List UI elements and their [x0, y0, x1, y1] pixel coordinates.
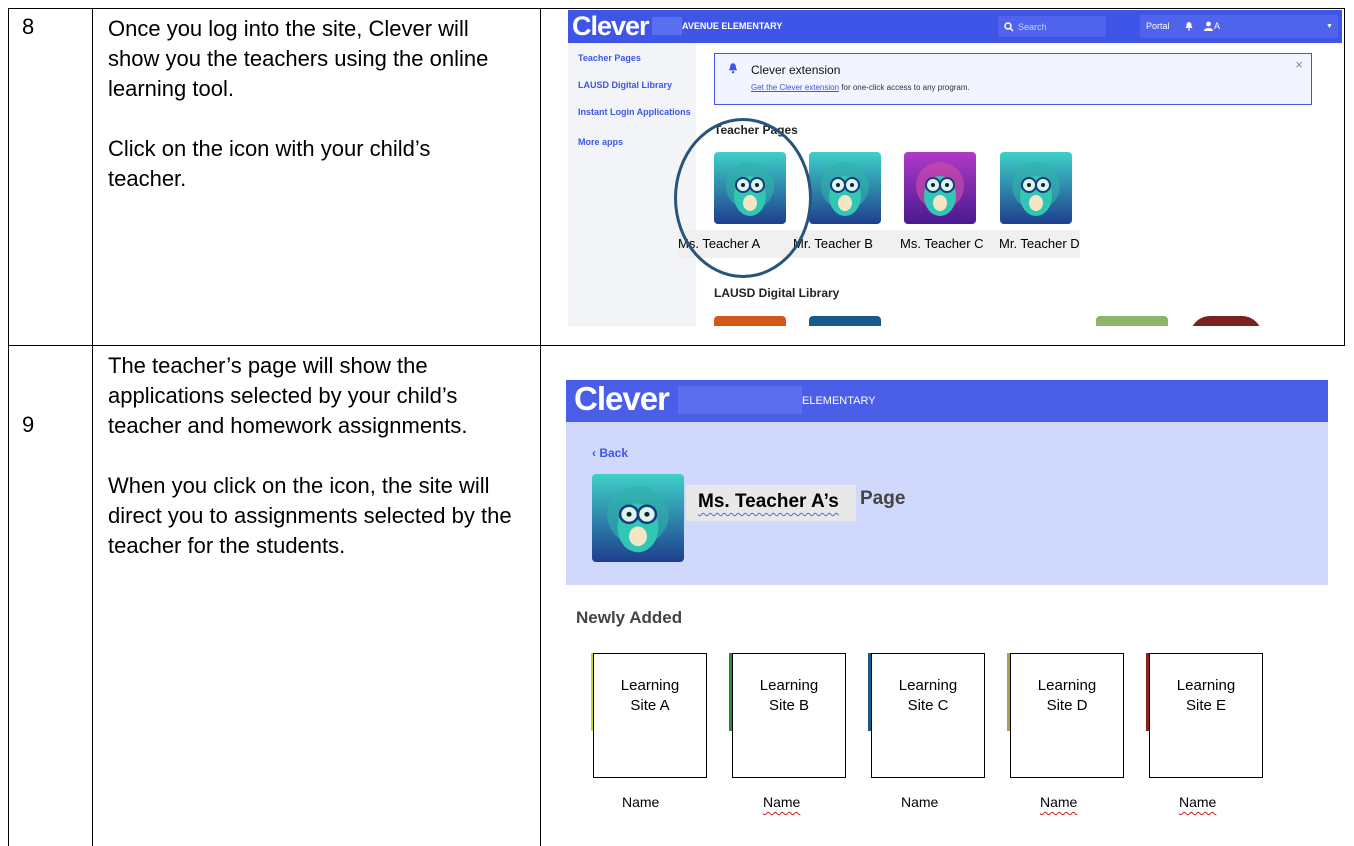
- card-label-line: Learning: [759, 677, 819, 694]
- teacher-page-name: Ms. Teacher A’s: [698, 491, 839, 512]
- teacher-page-screenshot: Clever ELEMENTARY ‹ Back Ms. Teacher A’s…: [566, 380, 1328, 840]
- portal-link[interactable]: Portal: [1146, 21, 1170, 31]
- library-app-icon[interactable]: [714, 316, 786, 326]
- learning-site-card[interactable]: Learning Site C: [871, 653, 985, 778]
- user-menu[interactable]: Portal A ▼: [1140, 15, 1338, 38]
- table-border-col2: [540, 8, 541, 846]
- learning-site-card[interactable]: Learning Site B: [732, 653, 846, 778]
- teacher-avatar: [592, 474, 684, 562]
- learning-site-card[interactable]: Learning Site D: [1010, 653, 1124, 778]
- table-border-top: [8, 8, 1345, 9]
- card-label-line: Site C: [907, 697, 949, 714]
- sidebar-item-digital-library[interactable]: LAUSD Digital Library: [578, 80, 672, 90]
- search-placeholder: Search: [1018, 22, 1047, 32]
- owl-icon: [592, 474, 684, 562]
- library-app-icon[interactable]: [1190, 316, 1262, 326]
- site-name: Name: [763, 794, 801, 810]
- highlight-circle: [674, 118, 812, 278]
- back-label: Back: [599, 446, 629, 460]
- card-label: Learning Site A: [594, 676, 706, 716]
- card-label: Learning Site D: [1011, 676, 1123, 716]
- card-label-line: Site D: [1046, 697, 1088, 714]
- card-label-line: Site A: [630, 697, 670, 714]
- sidebar-item-instant-login[interactable]: Instant Login Applications: [578, 107, 691, 117]
- school-name: ELEMENTARY: [802, 395, 876, 407]
- card-label: Learning Site C: [872, 676, 984, 716]
- learning-site-card[interactable]: Learning Site A: [593, 653, 707, 778]
- instruction-paragraph: Once you log into the site, Clever will …: [108, 16, 489, 101]
- step-instructions: The teacher’s page will show the applica…: [108, 351, 528, 561]
- bell-icon: [728, 63, 738, 74]
- teacher-name[interactable]: Mr. Teacher D: [999, 236, 1080, 251]
- chevron-down-icon[interactable]: ▼: [1326, 23, 1333, 30]
- extension-banner: Clever extension Get the Clever extensio…: [714, 53, 1312, 105]
- site-name: Name: [1179, 794, 1217, 810]
- teacher-app-icon[interactable]: [809, 152, 881, 224]
- search-icon: [1004, 22, 1014, 32]
- step-number: 9: [22, 412, 35, 437]
- card-label-line: Learning: [620, 677, 680, 694]
- top-nav-bar: Clever AVENUE ELEMENTARY Search Portal A…: [568, 10, 1342, 43]
- site-name: Name: [622, 794, 660, 810]
- sidebar-item-more-apps[interactable]: More apps: [578, 137, 623, 147]
- site-name: Name: [1040, 794, 1078, 810]
- owl-icon: [1000, 152, 1072, 224]
- instruction-paragraph: The teacher’s page will show the applica…: [108, 353, 468, 438]
- instruction-paragraph: When you click on the icon, the site wil…: [108, 473, 512, 558]
- card-label-line: Learning: [898, 677, 958, 694]
- redacted-box: [652, 17, 682, 35]
- close-icon[interactable]: ×: [1295, 57, 1303, 72]
- extension-link[interactable]: Get the Clever extension: [751, 83, 839, 92]
- learning-site-card[interactable]: Learning Site E: [1149, 653, 1263, 778]
- extension-description: for one-click access to any program.: [839, 83, 970, 92]
- card-label-line: Site E: [1185, 697, 1227, 714]
- card-label-line: Site B: [768, 697, 810, 714]
- owl-icon: [904, 152, 976, 224]
- step-instructions: Once you log into the site, Clever will …: [108, 14, 508, 194]
- library-app-icon[interactable]: [809, 316, 881, 326]
- sidebar-item-teacher-pages[interactable]: Teacher Pages: [578, 53, 641, 63]
- section-heading-digital-library: LAUSD Digital Library: [714, 286, 840, 300]
- extension-title: Clever extension: [751, 63, 841, 77]
- clever-logo[interactable]: Clever: [572, 11, 650, 42]
- teacher-app-icon[interactable]: [904, 152, 976, 224]
- table-border-right: [1344, 8, 1345, 346]
- card-label-line: Learning: [1176, 677, 1236, 694]
- table-border-middle: [8, 345, 1345, 346]
- card-label: Learning Site B: [733, 676, 845, 716]
- teacher-name[interactable]: Mr. Teacher B: [793, 236, 873, 251]
- table-border-left: [8, 8, 9, 846]
- teacher-banner: ‹ Back Ms. Teacher A’s Page: [566, 422, 1328, 585]
- clever-portal-screenshot: Clever AVENUE ELEMENTARY Search Portal A…: [568, 10, 1342, 326]
- redacted-box: [678, 386, 802, 414]
- search-box[interactable]: Search: [998, 16, 1106, 37]
- step-number: 8: [22, 14, 35, 39]
- bell-icon[interactable]: [1184, 21, 1194, 31]
- teacher-app-icon[interactable]: [1000, 152, 1072, 224]
- clever-logo[interactable]: Clever: [574, 380, 670, 418]
- back-link[interactable]: ‹ Back: [592, 446, 628, 460]
- table-border-col1: [92, 8, 93, 846]
- section-heading-newly-added: Newly Added: [576, 608, 683, 627]
- school-name: AVENUE ELEMENTARY: [682, 21, 783, 31]
- site-name: Name: [901, 794, 939, 810]
- page-title-suffix: Page: [860, 488, 906, 509]
- extension-text: Get the Clever extension for one-click a…: [751, 83, 970, 92]
- instruction-paragraph: Click on the icon with your child’s teac…: [108, 136, 431, 191]
- user-initial: A: [1214, 21, 1221, 31]
- card-label-line: Learning: [1037, 677, 1097, 694]
- user-icon: [1204, 21, 1213, 31]
- library-app-icon[interactable]: [1096, 316, 1168, 326]
- card-label: Learning Site E: [1150, 676, 1262, 716]
- top-nav-bar: Clever ELEMENTARY: [566, 380, 1328, 422]
- teacher-name[interactable]: Ms. Teacher C: [900, 236, 984, 251]
- owl-icon: [809, 152, 881, 224]
